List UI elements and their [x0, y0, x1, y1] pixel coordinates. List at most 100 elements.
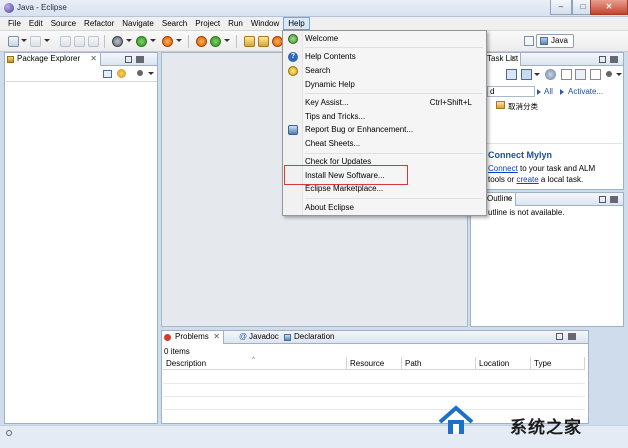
minimize-view-icon[interactable]: [599, 56, 606, 63]
maximize-view-icon[interactable]: [136, 56, 144, 63]
tab-problems-label: Problems: [175, 332, 209, 341]
menu-edit[interactable]: Edit: [25, 17, 47, 30]
print-preview-icon[interactable]: [88, 36, 99, 47]
save-all-icon[interactable]: [60, 36, 71, 47]
menu-bar: File Edit Source Refactor Navigate Searc…: [0, 17, 628, 31]
link-with-editor-icon[interactable]: [117, 69, 126, 78]
tab-package-explorer[interactable]: Package Explorer ✕: [5, 53, 101, 66]
menu-run[interactable]: Run: [224, 17, 247, 30]
close-button[interactable]: ✕: [590, 0, 628, 15]
help-menu-dynamic-help[interactable]: Dynamic Help: [304, 78, 484, 91]
java-perspective-button[interactable]: Java: [536, 34, 574, 48]
activate-link[interactable]: Activate...: [568, 87, 603, 96]
view-menu-icon[interactable]: [606, 71, 612, 77]
help-menu-report-bug[interactable]: Report Bug or Enhancement...: [304, 123, 484, 136]
focus-icon[interactable]: [590, 69, 601, 80]
help-menu-about-eclipse[interactable]: About Eclipse: [304, 201, 484, 214]
help-menu-tips-and-tricks[interactable]: Tips and Tricks...: [304, 110, 484, 123]
run-dropdown-arrow[interactable]: [150, 39, 156, 42]
menu-window[interactable]: Window: [247, 17, 283, 30]
task-list-tabbar: Task List ✕: [471, 53, 623, 66]
minimize-view-icon[interactable]: [125, 56, 132, 63]
tab-problems[interactable]: Problems ✕: [162, 331, 224, 344]
maximize-view-icon[interactable]: [610, 196, 618, 203]
menu-refactor[interactable]: Refactor: [80, 17, 118, 30]
maximize-view-icon[interactable]: [610, 56, 618, 63]
connect-link[interactable]: Connect: [488, 164, 518, 173]
collapse-all-icon[interactable]: [103, 70, 112, 78]
hide-completed-icon[interactable]: [561, 69, 572, 80]
external-tools-icon[interactable]: [162, 36, 173, 47]
categorize-dropdown-arrow[interactable]: [534, 73, 540, 76]
print-icon[interactable]: [74, 36, 85, 47]
column-type[interactable]: Type: [531, 357, 585, 370]
connect-text-2: tools or: [488, 175, 517, 184]
open-dropdown-arrow[interactable]: [44, 39, 50, 42]
open-task-icon[interactable]: [258, 36, 269, 47]
menu-separator: [305, 198, 483, 199]
collapse-all-icon[interactable]: [575, 69, 586, 80]
column-path[interactable]: Path: [402, 357, 476, 370]
filter-arrow-icon: [537, 89, 541, 95]
minimize-view-icon[interactable]: [556, 333, 563, 340]
minimize-button[interactable]: –: [550, 0, 572, 15]
view-menu-arrow[interactable]: [616, 73, 622, 76]
menu-search[interactable]: Search: [158, 17, 191, 30]
eclipse-welcome-icon: [288, 34, 298, 44]
column-location[interactable]: Location: [476, 357, 531, 370]
help-menu-help-contents[interactable]: Help Contents: [304, 50, 484, 63]
menu-help[interactable]: Help: [283, 17, 310, 30]
filter-all-link[interactable]: All: [544, 87, 553, 96]
tab-javadoc-label: Javadoc: [249, 332, 279, 341]
maximize-view-icon[interactable]: [568, 333, 576, 340]
task-search-input[interactable]: d: [487, 86, 535, 97]
help-menu: Welcome ? Help Contents Search Dynamic H…: [282, 30, 487, 216]
menu-project[interactable]: Project: [191, 17, 224, 30]
new-task-icon[interactable]: [506, 69, 517, 80]
column-description[interactable]: Description: [163, 357, 347, 370]
category-label[interactable]: 取消分类: [508, 101, 538, 112]
title-bar: Java - Eclipse – □ ✕: [0, 0, 628, 17]
minimize-view-icon[interactable]: [599, 196, 606, 203]
open-perspective-icon[interactable]: [524, 36, 534, 46]
table-row: [163, 383, 585, 384]
new-java-class-icon[interactable]: [210, 36, 221, 47]
fast-view-icon[interactable]: [6, 430, 12, 436]
new-dropdown-arrow[interactable]: [21, 39, 27, 42]
help-menu-search[interactable]: Search: [304, 64, 484, 77]
menu-file[interactable]: File: [4, 17, 25, 30]
view-menu-icon[interactable]: [137, 70, 143, 76]
close-icon[interactable]: ✕: [505, 193, 512, 205]
toolbar-separator: [236, 35, 237, 48]
run-icon[interactable]: [136, 36, 147, 47]
close-icon[interactable]: ✕: [213, 331, 220, 343]
debug-dropdown-arrow[interactable]: [126, 39, 132, 42]
new-class-dropdown-arrow[interactable]: [224, 39, 230, 42]
new-java-project-icon[interactable]: [196, 36, 207, 47]
toolbar-separator: [188, 35, 189, 48]
task-list-panel: Task List ✕ d All Activate... 取消分类 Conne…: [470, 52, 624, 190]
tab-javadoc[interactable]: @ Javadoc: [237, 331, 287, 344]
eclipse-app-icon: [4, 3, 14, 13]
save-icon[interactable]: [30, 36, 41, 47]
declaration-icon: [284, 334, 291, 341]
external-tools-dropdown-arrow[interactable]: [176, 39, 182, 42]
view-menu-arrow[interactable]: [148, 72, 154, 75]
connect-text-1: to your task and ALM: [517, 164, 596, 173]
categorized-icon[interactable]: [521, 69, 532, 80]
help-menu-cheat-sheets[interactable]: Cheat Sheets...: [304, 137, 484, 150]
create-link[interactable]: create: [516, 175, 538, 184]
help-menu-welcome[interactable]: Welcome: [304, 32, 484, 45]
category-folder-icon: [496, 101, 505, 109]
column-resource[interactable]: Resource: [347, 357, 402, 370]
menu-source[interactable]: Source: [47, 17, 80, 30]
synchronize-icon[interactable]: [545, 69, 556, 80]
debug-icon[interactable]: [112, 36, 123, 47]
close-icon[interactable]: ✕: [90, 53, 97, 65]
open-type-icon[interactable]: [244, 36, 255, 47]
close-icon[interactable]: ✕: [510, 53, 517, 65]
tab-declaration[interactable]: Declaration: [282, 331, 346, 344]
help-menu-key-assist[interactable]: Key Assist... Ctrl+Shift+L: [304, 96, 484, 109]
new-icon[interactable]: [8, 36, 19, 47]
menu-navigate[interactable]: Navigate: [118, 17, 158, 30]
